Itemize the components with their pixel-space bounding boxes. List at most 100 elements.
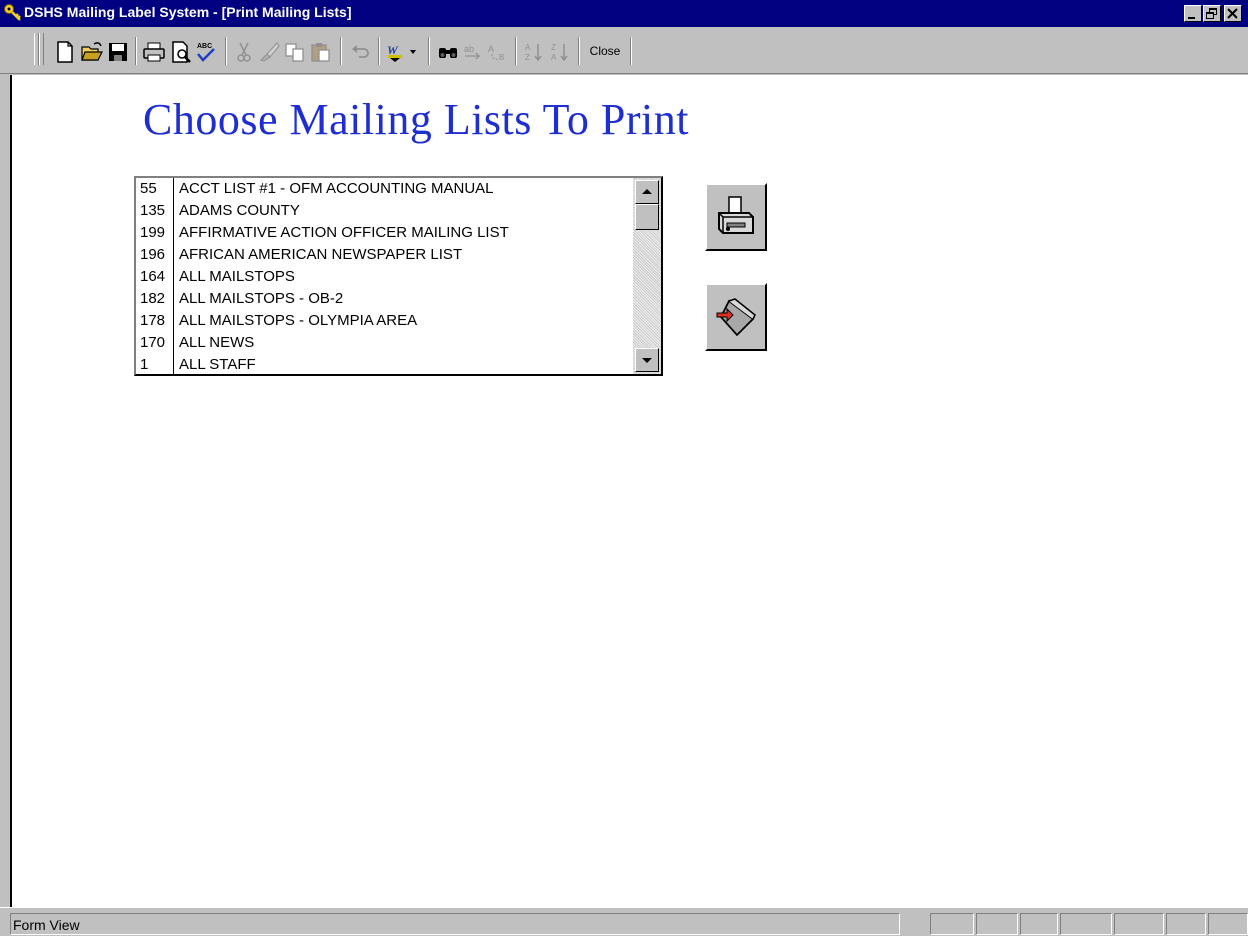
page-title: Choose Mailing Lists To Print: [143, 95, 689, 144]
svg-text:Z: Z: [525, 53, 530, 62]
scroll-up-button[interactable]: [635, 180, 659, 204]
arrow-up-icon: [642, 189, 652, 194]
save-icon: [109, 43, 127, 61]
restore-button[interactable]: [1203, 5, 1221, 22]
list-item-name: ALL NEWS: [179, 334, 255, 351]
toolbar: ABC W ab A B A Z Z A Close: [0, 27, 1248, 74]
office-links-button[interactable]: W: [386, 40, 422, 64]
list-item-name: ALL MAILSTOPS - OB-2: [179, 290, 344, 307]
open-button[interactable]: [80, 40, 104, 64]
copy-button[interactable]: [283, 40, 307, 64]
list-item-id: 170: [140, 332, 174, 354]
arrow-down-icon: [642, 358, 652, 363]
minimize-icon: [1188, 17, 1195, 19]
status-bar: Form View: [0, 907, 1248, 936]
goto-button[interactable]: AB: [486, 40, 510, 64]
goto-icon: AB: [488, 44, 504, 62]
list-item[interactable]: 196 AFRICAN AMERICAN NEWSPAPER LIST: [136, 244, 633, 266]
close-window-button[interactable]: [1224, 5, 1242, 22]
toolbar-separator: [225, 37, 227, 65]
spelling-icon: ABC: [197, 43, 215, 62]
list-item-name: ALL STAFF: [179, 356, 256, 373]
replace-button[interactable]: ab: [461, 40, 485, 64]
list-item-id: 196: [140, 244, 174, 266]
svg-text:A: A: [551, 53, 557, 62]
office-links-icon: W: [387, 43, 416, 62]
sort-descending-icon: ZA: [551, 43, 568, 62]
copy-icon: [285, 43, 304, 62]
print-button[interactable]: [142, 40, 166, 64]
minimize-button[interactable]: [1184, 5, 1202, 22]
svg-text:A: A: [525, 43, 531, 52]
close-icon: [1227, 8, 1238, 19]
list-item-id: 164: [140, 266, 174, 288]
toolbar-separator: [378, 37, 380, 65]
svg-text:ab: ab: [464, 44, 474, 54]
print-icon: [143, 42, 165, 62]
undo-button[interactable]: [349, 40, 373, 64]
list-item[interactable]: 182 ALL MAILSTOPS - OB-2: [136, 288, 633, 310]
toolbar-separator: [630, 37, 632, 65]
toolbar-separator: [135, 37, 137, 65]
status-panel: [1208, 913, 1248, 935]
vertical-scrollbar[interactable]: [633, 178, 661, 374]
list-item[interactable]: 135 ADAMS COUNTY: [136, 200, 633, 222]
sort-descending-button[interactable]: ZA: [549, 40, 573, 64]
list-item-id: 182: [140, 288, 174, 310]
sort-ascending-button[interactable]: AZ: [523, 40, 547, 64]
keys-icon: [3, 3, 23, 23]
status-text: Form View: [10, 913, 900, 935]
undo-icon: [352, 45, 369, 58]
printer-icon: [718, 196, 754, 234]
status-panel: [976, 913, 1018, 935]
list-item-name: ALL MAILSTOPS: [179, 268, 295, 285]
cut-icon: [237, 42, 251, 62]
close-form-button[interactable]: Close: [582, 40, 628, 62]
list-item[interactable]: 178 ALL MAILSTOPS - OLYMPIA AREA: [136, 310, 633, 332]
scroll-thumb[interactable]: [635, 204, 659, 230]
mailing-list-listbox[interactable]: 55 ACCT LIST #1 - OFM ACCOUNTING MANUAL …: [134, 176, 663, 376]
format-painter-button[interactable]: [257, 40, 281, 64]
list-item-name: AFRICAN AMERICAN NEWSPAPER LIST: [179, 246, 463, 263]
list-item[interactable]: 199 AFFIRMATIVE ACTION OFFICER MAILING L…: [136, 222, 633, 244]
print-preview-button[interactable]: [169, 40, 193, 64]
title-bar: DSHS Mailing Label System - [Print Maili…: [0, 0, 1248, 27]
print-labels-button[interactable]: [705, 183, 767, 251]
status-panel: [1114, 913, 1164, 935]
svg-text:B: B: [499, 53, 504, 62]
svg-text:ABC: ABC: [197, 43, 212, 50]
svg-text:W: W: [387, 43, 399, 57]
new-icon: [57, 41, 73, 63]
list-item-name: AFFIRMATIVE ACTION OFFICER MAILING LIST: [179, 224, 509, 241]
sort-ascending-icon: AZ: [525, 43, 542, 62]
open-icon: [81, 42, 103, 61]
list-item-name: ALL MAILSTOPS - OLYMPIA AREA: [179, 312, 418, 329]
spelling-button[interactable]: ABC: [194, 40, 218, 64]
window-title: DSHS Mailing Label System - [Print Maili…: [24, 4, 352, 20]
exit-button[interactable]: [705, 283, 767, 351]
paste-icon: [311, 43, 330, 62]
toolbar-grip[interactable]: [39, 33, 44, 65]
status-panel: [930, 913, 974, 935]
toolbar-separator: [428, 37, 430, 65]
list-item-name: ACCT LIST #1 - OFM ACCOUNTING MANUAL: [179, 180, 494, 197]
format-painter-icon: [260, 42, 280, 62]
cut-button[interactable]: [232, 40, 256, 64]
list-item[interactable]: 170 ALL NEWS: [136, 332, 633, 354]
list-item[interactable]: 164 ALL MAILSTOPS: [136, 266, 633, 288]
restore-icon: [1206, 8, 1217, 19]
list-item-id: 199: [140, 222, 174, 244]
save-button[interactable]: [106, 40, 130, 64]
find-button[interactable]: [436, 40, 460, 64]
svg-text:Z: Z: [551, 43, 556, 52]
list-item[interactable]: 1 ALL STAFF: [136, 354, 633, 376]
toolbar-separator: [578, 37, 580, 65]
status-panel: [1166, 913, 1206, 935]
scroll-down-button[interactable]: [635, 348, 659, 372]
list-item[interactable]: 55 ACCT LIST #1 - OFM ACCOUNTING MANUAL: [136, 178, 633, 200]
paste-button[interactable]: [309, 40, 333, 64]
new-button[interactable]: [53, 40, 77, 64]
list-item-id: 178: [140, 310, 174, 332]
list-item-name: ADAMS COUNTY: [179, 202, 300, 219]
list-item-id: 135: [140, 200, 174, 222]
